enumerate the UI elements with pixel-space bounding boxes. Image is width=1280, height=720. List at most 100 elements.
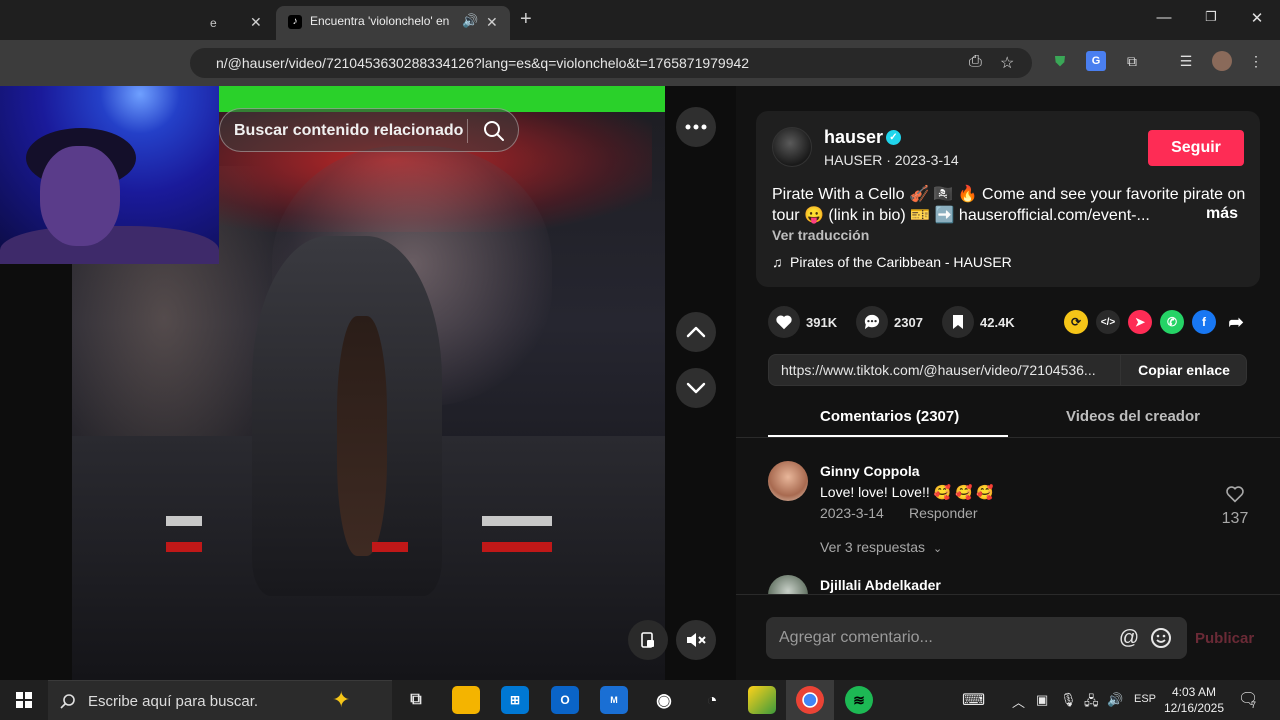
minimize-icon[interactable]: — — [1149, 9, 1179, 26]
chevron-up-icon[interactable]: ︿ — [1012, 692, 1025, 711]
emoji-icon[interactable] — [1150, 627, 1172, 649]
microphone-icon[interactable]: 🎙 — [1060, 692, 1077, 708]
heart-icon — [768, 306, 800, 338]
commenter-avatar[interactable] — [768, 461, 808, 501]
task-view-icon[interactable]: ⧉ — [402, 686, 430, 714]
search-icon[interactable] — [482, 119, 506, 143]
facebook-icon[interactable]: f — [1192, 310, 1216, 334]
windows-taskbar: Escribe aquí para buscar. ✦ ⧉ ⊞ O M ◉ ◔ … — [0, 680, 1280, 720]
sparkle-icon: ✦ — [332, 687, 351, 712]
repost-icon[interactable]: ⟳ — [1064, 310, 1088, 334]
comment-count: 2307 — [894, 314, 923, 330]
menu-icon[interactable]: ⋮ — [1246, 51, 1266, 71]
view-replies-button[interactable]: Ver 3 respuestas ⌄ — [820, 539, 942, 555]
reply-button[interactable]: Responder — [909, 505, 978, 521]
store-icon[interactable]: ⊞ — [501, 686, 529, 714]
bluestacks-icon[interactable] — [748, 686, 776, 714]
comment-item: Djillali Abdelkader — [768, 575, 1248, 595]
verified-badge-icon: ✓ — [886, 130, 901, 145]
send-icon[interactable]: ➤ — [1128, 310, 1152, 334]
keyboard-icon[interactable]: ⌨ — [962, 690, 985, 710]
chevron-up-icon — [686, 326, 706, 338]
taskbar-search-placeholder: Escribe aquí para buscar. — [88, 693, 259, 710]
save-action[interactable]: 42.4K — [942, 306, 1015, 338]
browser-tab-bar: e ✕ ♪ Encuentra 'violonchelo' en T 🔊 ✕ +… — [0, 0, 1280, 40]
like-action[interactable]: 391K — [768, 306, 837, 338]
obs-icon[interactable]: ◉ — [650, 686, 678, 714]
network-icon[interactable]: 🖧 — [1084, 692, 1099, 714]
language-indicator[interactable]: ESP — [1134, 693, 1156, 705]
like-count: 391K — [806, 314, 838, 330]
post-comment-button[interactable]: Publicar — [1195, 630, 1254, 647]
extensions-icon[interactable]: ⧉ — [1122, 51, 1142, 71]
heart-outline-icon — [1226, 486, 1244, 503]
bookmark-star-icon[interactable]: ☆ — [1000, 53, 1014, 73]
tab-comments[interactable]: Comentarios (2307) — [820, 408, 959, 425]
speaker-icon[interactable]: 🔊 — [462, 13, 478, 29]
tiktok-page: Buscar contenido relacionado hauser ✓ HA… — [0, 86, 1280, 680]
comment-action[interactable]: 2307 — [856, 306, 923, 338]
clock-date: 12/16/2025 — [1163, 701, 1225, 715]
follow-button[interactable]: Seguir — [1148, 130, 1244, 166]
browser-tab-previous[interactable]: e ✕ — [200, 8, 274, 40]
previous-video-button[interactable] — [676, 312, 716, 352]
music-title: Pirates of the Caribbean - HAUSER — [790, 254, 1012, 270]
translate-icon[interactable]: G — [1086, 51, 1106, 71]
close-icon[interactable]: ✕ — [250, 14, 262, 31]
comment-item: Ginny Coppola Love! love! Love!! 🥰 🥰 🥰 2… — [768, 461, 1248, 561]
media-control-icon[interactable]: ☰ — [1176, 51, 1196, 71]
stage-light — [372, 542, 408, 552]
address-bar[interactable]: n/@hauser/video/7210453630288334126?lang… — [190, 48, 1032, 78]
stage-light — [482, 542, 552, 552]
author-avatar[interactable] — [772, 127, 812, 167]
music-note-icon: ♫ — [772, 254, 783, 270]
taskbar-search[interactable]: Escribe aquí para buscar. ✦ — [48, 680, 392, 720]
picture-in-picture-button[interactable] — [628, 620, 668, 660]
tab-creator-videos[interactable]: Videos del creador — [1066, 408, 1200, 425]
spotify-icon[interactable]: ≋ — [845, 686, 873, 714]
volume-icon[interactable]: 🔊 — [1107, 692, 1123, 708]
news-app-icon[interactable]: M — [600, 686, 628, 714]
translate-link[interactable]: Ver traducción — [772, 227, 869, 243]
commenter-name[interactable]: Ginny Coppola — [820, 463, 920, 479]
share-arrow-icon[interactable]: ➦ — [1224, 310, 1248, 334]
file-explorer-icon[interactable] — [452, 686, 480, 714]
comment-composer: Agregar comentario... @ Publicar — [736, 594, 1280, 680]
install-icon[interactable]: ⎙ — [969, 53, 982, 71]
window-close-icon[interactable]: ✕ — [1242, 9, 1272, 27]
start-button[interactable] — [0, 680, 48, 720]
muted-speaker-icon — [687, 633, 706, 647]
recorder-icon[interactable]: ◔ — [698, 686, 726, 714]
chevron-down-icon — [686, 382, 706, 394]
ellipsis-icon — [685, 124, 707, 130]
maximize-icon[interactable]: ❐ — [1196, 9, 1226, 25]
notification-count: 7 — [1251, 700, 1257, 710]
close-icon[interactable]: ✕ — [486, 14, 498, 31]
more-options-button[interactable] — [676, 107, 716, 147]
whatsapp-icon[interactable]: ✆ — [1160, 310, 1184, 334]
tab-title: Encuentra 'violonchelo' en T — [310, 14, 450, 28]
author-name[interactable]: hauser — [824, 127, 883, 148]
commenter-avatar[interactable] — [768, 575, 808, 595]
music-link[interactable]: ♫ Pirates of the Caribbean - HAUSER — [772, 254, 1012, 270]
next-video-button[interactable] — [676, 368, 716, 408]
comment-date: 2023-3-14 — [820, 505, 884, 521]
outlook-icon[interactable]: O — [551, 686, 579, 714]
chrome-icon[interactable] — [796, 686, 824, 714]
comment-like-button[interactable]: 137 — [1220, 485, 1250, 528]
taskbar-clock[interactable]: 4:03 AM 12/16/2025 — [1160, 684, 1228, 716]
profile-avatar[interactable] — [1212, 51, 1232, 71]
related-search-bar[interactable]: Buscar contenido relacionado — [219, 108, 519, 152]
embed-icon[interactable]: </> — [1096, 310, 1120, 334]
camera-icon[interactable]: ▣ — [1036, 692, 1048, 708]
browser-tab-active[interactable]: ♪ Encuentra 'violonchelo' en T 🔊 ✕ — [276, 6, 510, 40]
copy-link-button[interactable]: Copiar enlace — [1120, 355, 1247, 385]
mention-icon[interactable]: @ — [1118, 627, 1140, 649]
new-tab-button[interactable]: + — [520, 8, 532, 31]
more-link[interactable]: más — [1206, 205, 1238, 223]
comment-input[interactable]: Agregar comentario... @ — [766, 617, 1187, 659]
share-link[interactable]: https://www.tiktok.com/@hauser/video/721… — [781, 362, 1115, 378]
shield-icon[interactable]: ⛊ — [1050, 51, 1070, 71]
mute-button[interactable] — [676, 620, 716, 660]
commenter-name[interactable]: Djillali Abdelkader — [820, 577, 941, 593]
